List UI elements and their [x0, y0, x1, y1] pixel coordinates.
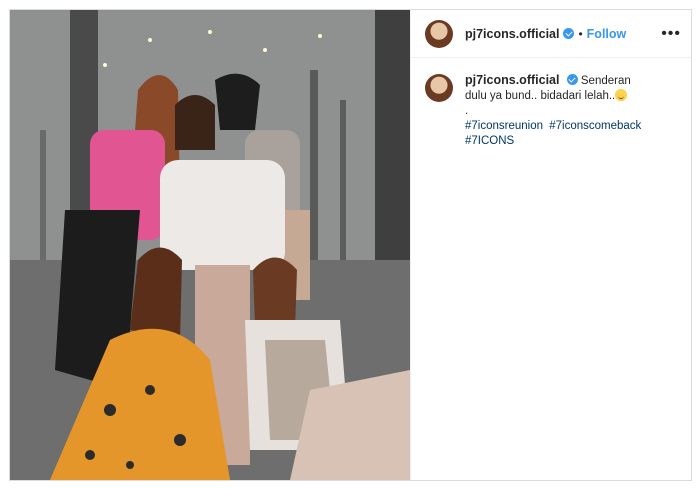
post-photo[interactable] [10, 10, 410, 480]
more-options-icon[interactable]: ••• [661, 25, 681, 42]
avatar[interactable] [425, 19, 453, 48]
caption-separator: . [465, 105, 469, 117]
group-photo-illustration [10, 10, 410, 480]
separator-dot: • [578, 26, 583, 41]
caption-avatar[interactable] [425, 74, 453, 102]
post-sidebar: pj7icons.official • Follow ••• pj7icons.… [410, 10, 691, 480]
caption-block: pj7icons.official Senderan dulu ya bund.… [411, 58, 691, 149]
header-username[interactable]: pj7icons.official [465, 27, 559, 41]
hashtag-link[interactable]: #7iconsreunion [465, 120, 543, 132]
post-header: pj7icons.official • Follow ••• [411, 10, 691, 58]
hashtag-link[interactable]: #7iconscomeback [549, 120, 641, 132]
caption-username[interactable]: pj7icons.official [465, 73, 559, 87]
laughing-emoji-icon [615, 89, 628, 101]
hashtag-list: #7iconsreunion #7iconscomeback #7ICONS [465, 120, 644, 147]
hashtag-link[interactable]: #7ICONS [465, 135, 514, 147]
caption-body: pj7icons.official Senderan dulu ya bund.… [465, 73, 655, 149]
follow-button[interactable]: Follow [587, 27, 627, 41]
caption-verified-icon [566, 74, 578, 85]
instagram-post: pj7icons.official • Follow ••• pj7icons.… [9, 9, 692, 481]
verified-icon [563, 28, 575, 39]
